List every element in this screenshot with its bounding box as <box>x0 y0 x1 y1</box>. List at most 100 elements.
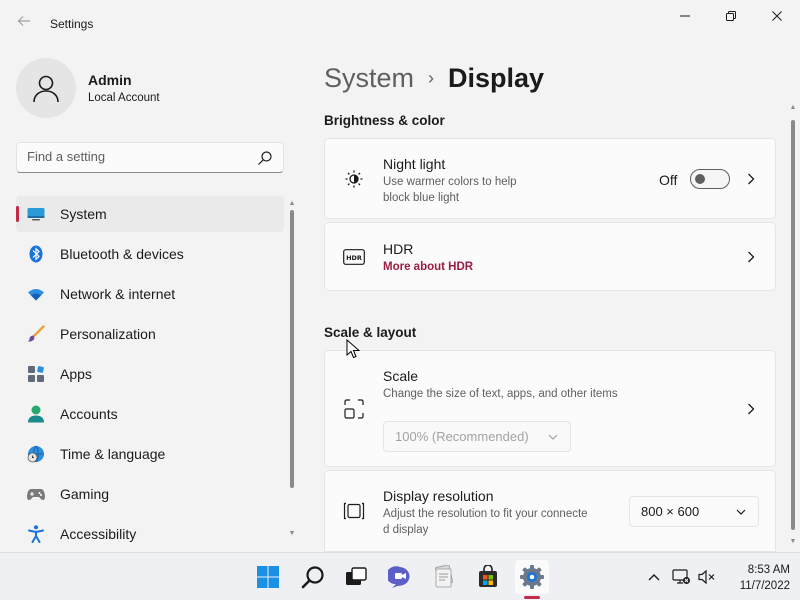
night-light-title: Night light <box>383 156 446 172</box>
sidebar-scrollbar[interactable]: ▲ ▼ <box>288 198 296 542</box>
settings-window: Settings Admin Local Account System <box>0 0 800 552</box>
night-light-state-label: Off <box>659 172 678 188</box>
avatar <box>16 58 76 118</box>
more-about-hdr-link[interactable]: More about HDR <box>383 261 473 273</box>
sidebar-item-apps[interactable]: Apps <box>16 356 284 392</box>
accounts-icon <box>27 405 45 423</box>
scroll-down-icon[interactable]: ▼ <box>789 538 797 546</box>
chevron-right-icon[interactable] <box>745 403 757 415</box>
clock-time: 8:53 AM <box>747 564 790 576</box>
sidebar-item-label: Time & language <box>60 446 166 462</box>
file-explorer-icon <box>435 565 453 588</box>
content-scrollbar[interactable]: ▲ ▼ <box>788 100 798 552</box>
breadcrumb: System › Display <box>324 58 544 98</box>
task-view-button[interactable] <box>339 560 373 594</box>
night-light-description-line1: Use warmer colors to help <box>383 176 517 188</box>
chevron-down-icon <box>548 434 558 440</box>
night-light-toggle[interactable] <box>690 169 730 189</box>
minimize-icon <box>680 15 690 17</box>
maximize-button[interactable] <box>708 0 754 32</box>
hdr-card[interactable]: HDR HDR More about HDR <box>324 222 776 291</box>
resolution-dropdown[interactable]: 800 × 600 <box>629 496 759 527</box>
search-icon[interactable] <box>257 150 273 166</box>
wifi-icon <box>27 285 45 303</box>
search-input[interactable] <box>27 149 247 164</box>
back-arrow-icon <box>17 16 30 26</box>
sidebar-item-label: Apps <box>60 366 92 382</box>
scale-dropdown[interactable]: 100% (Recommended) <box>383 421 571 452</box>
breadcrumb-parent[interactable]: System <box>324 63 414 94</box>
network-tray-button[interactable] <box>671 567 691 587</box>
chevron-right-icon[interactable] <box>745 251 757 263</box>
apps-icon <box>27 365 45 383</box>
volume-tray-button[interactable] <box>697 567 717 587</box>
settings-taskbar-button[interactable] <box>515 560 549 599</box>
file-explorer-button[interactable] <box>427 560 461 594</box>
chevron-right-icon[interactable] <box>745 173 757 185</box>
sidebar-item-label: Gaming <box>60 486 110 502</box>
night-light-icon <box>343 168 365 190</box>
close-icon <box>772 11 782 21</box>
store-icon <box>479 565 497 587</box>
show-hidden-icons-button[interactable] <box>644 567 664 587</box>
sidebar-item-label: Personalization <box>60 326 156 342</box>
task-view-icon <box>346 567 367 585</box>
chat-button[interactable] <box>383 560 417 594</box>
sidebar-item-label: Accessibility <box>60 526 137 542</box>
account-type: Local Account <box>88 92 160 104</box>
scale-card[interactable]: Scale Change the size of text, apps, and… <box>324 350 776 467</box>
network-icon <box>672 569 690 584</box>
minimize-button[interactable] <box>662 0 708 32</box>
sidebar-item-accessibility[interactable]: Accessibility <box>16 516 284 552</box>
scrollbar-thumb[interactable] <box>290 210 294 488</box>
resolution-description-line2: d display <box>383 524 429 536</box>
settings-icon <box>520 565 544 589</box>
back-button[interactable] <box>12 12 36 36</box>
close-button[interactable] <box>754 0 800 32</box>
chat-icon <box>388 566 410 588</box>
sidebar-item-system[interactable]: System <box>16 196 284 232</box>
system-icon <box>27 205 45 223</box>
store-button[interactable] <box>471 560 505 594</box>
clock-date: 11/7/2022 <box>739 580 790 592</box>
mouse-cursor-icon <box>346 339 360 359</box>
search-icon <box>301 566 324 589</box>
sidebar-item-label: Accounts <box>60 406 118 422</box>
app-title: Settings <box>50 17 94 31</box>
section-title-scale-layout: Scale & layout <box>324 325 417 340</box>
scale-dropdown-value: 100% (Recommended) <box>395 429 529 444</box>
start-button[interactable] <box>251 560 285 594</box>
scroll-down-icon[interactable]: ▼ <box>288 530 296 538</box>
page-title: Display <box>448 62 545 93</box>
scale-icon <box>343 398 365 420</box>
chevron-up-icon <box>648 574 660 581</box>
night-light-card[interactable]: Night light Use warmer colors to help bl… <box>324 138 776 219</box>
speaker-muted-icon <box>698 569 715 585</box>
sidebar-item-label: Network & internet <box>60 286 176 302</box>
sidebar-item-bluetooth[interactable]: Bluetooth & devices <box>16 236 284 272</box>
user-profile[interactable]: Admin Local Account <box>16 58 286 118</box>
section-title-brightness: Brightness & color <box>324 113 445 128</box>
search-box[interactable] <box>16 142 284 173</box>
sidebar-item-gaming[interactable]: Gaming <box>16 476 284 512</box>
sidebar-item-accounts[interactable]: Accounts <box>16 396 284 432</box>
display-resolution-card[interactable]: Display resolution Adjust the resolution… <box>324 470 776 552</box>
active-app-indicator <box>524 596 540 599</box>
chevron-down-icon <box>736 509 746 515</box>
scroll-up-icon[interactable]: ▲ <box>789 104 797 112</box>
scrollbar-thumb[interactable] <box>791 120 795 530</box>
user-name: Admin <box>88 72 132 88</box>
sidebar-nav: System Bluetooth & devices Network & int… <box>16 196 284 556</box>
sidebar-item-time-language[interactable]: Time & language <box>16 436 284 472</box>
breadcrumb-separator: › <box>428 67 435 88</box>
taskbar-clock[interactable]: 8:53 AM 11/7/2022 <box>724 562 790 594</box>
scroll-up-icon[interactable]: ▲ <box>288 200 296 208</box>
taskbar: 8:53 AM 11/7/2022 <box>0 552 800 600</box>
sidebar-item-personalization[interactable]: Personalization <box>16 316 284 352</box>
hdr-icon: HDR <box>343 246 365 268</box>
resolution-title: Display resolution <box>383 488 494 504</box>
sidebar-item-network[interactable]: Network & internet <box>16 276 284 312</box>
user-icon <box>33 75 59 103</box>
toggle-knob <box>695 174 705 184</box>
taskbar-search-button[interactable] <box>296 560 330 594</box>
